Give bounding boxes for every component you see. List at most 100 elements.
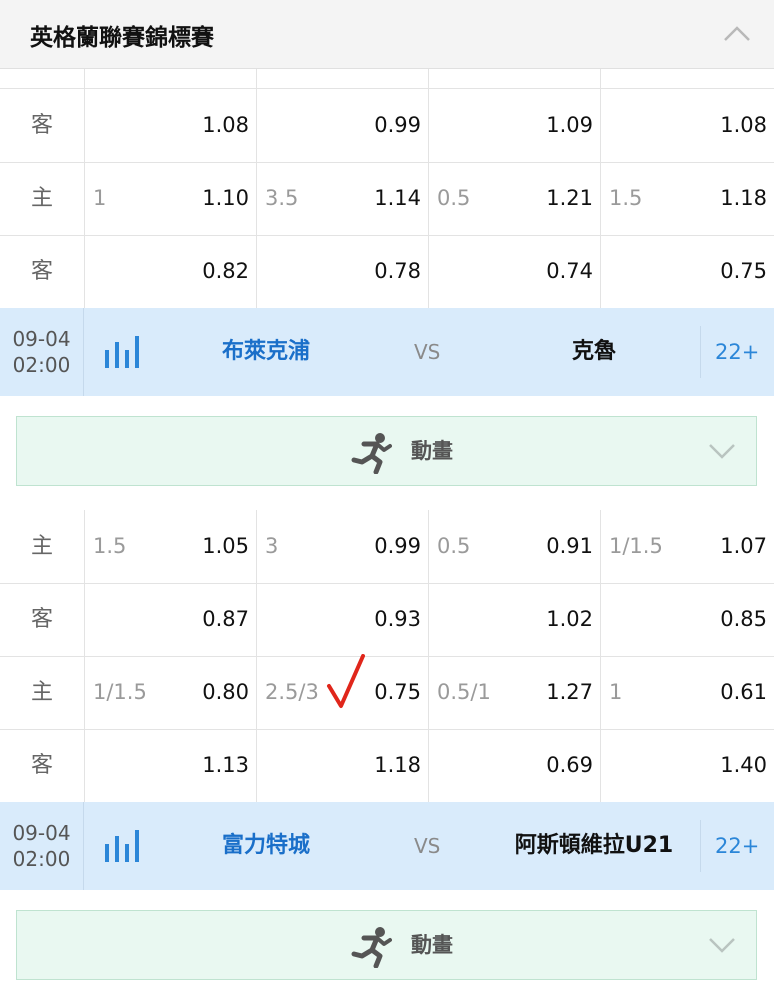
side-label: 客 — [0, 583, 85, 656]
home-team[interactable]: 布萊克浦 — [160, 308, 372, 396]
odds-cell[interactable]: 1/1.5 1.07 — [601, 510, 774, 583]
handicap-value: 1/1.5 — [93, 680, 147, 704]
side-label: 客 — [0, 89, 85, 162]
vs-label: VS — [414, 340, 441, 364]
odds-value[interactable]: 1.08 — [720, 89, 767, 162]
match-row-2[interactable]: 09-04 02:00 富力特城 VS 阿斯頓維拉U21 22+ — [0, 802, 774, 890]
odds-value[interactable]: 1.02 — [546, 583, 593, 656]
odds-row: 主 1 1.10 3.5 1.14 0.5 1.21 1.5 1.18 — [0, 162, 774, 236]
handicap-value: 1 — [93, 186, 107, 210]
odds-value[interactable]: 0.87 — [202, 583, 249, 656]
odds-value[interactable]: 1.10 — [202, 162, 249, 235]
match-time: 09-04 02:00 — [0, 308, 84, 396]
odds-value[interactable]: 1.18 — [374, 729, 421, 802]
odds-value[interactable]: 0.85 — [720, 583, 767, 656]
odds-cell[interactable]: 1.5 1.05 — [85, 510, 257, 583]
handicap-value: 2.5/3 — [265, 680, 319, 704]
odds-cell[interactable]: 1.13 — [85, 729, 257, 802]
handicap-value: 3 — [265, 534, 279, 558]
odds-cell[interactable]: 0.85 — [601, 583, 774, 656]
away-team[interactable]: 克魯 — [490, 308, 698, 396]
odds-cell[interactable]: 0.93 — [257, 583, 429, 656]
odds-cell[interactable]: 1.40 — [601, 729, 774, 802]
match-date: 09-04 — [12, 821, 71, 845]
odds-value[interactable]: 1.14 — [374, 162, 421, 235]
odds-value[interactable]: 0.99 — [374, 89, 421, 162]
odds-value[interactable]: 0.61 — [720, 656, 767, 729]
handicap-value: 0.5 — [437, 186, 471, 210]
odds-value[interactable]: 0.91 — [546, 510, 593, 583]
odds-cell[interactable]: 1.5 1.18 — [601, 162, 774, 235]
odds-cell[interactable]: 0.75 — [601, 235, 774, 308]
chevron-down-icon[interactable] — [708, 935, 736, 955]
animation-label: 動畫 — [411, 933, 453, 957]
chevron-up-icon[interactable] — [722, 22, 752, 44]
odds-cell[interactable]: 1 0.61 — [601, 656, 774, 729]
league-header[interactable]: 英格蘭聯賽錦標賽 — [0, 0, 774, 69]
odds-cell[interactable]: 0.99 — [257, 89, 429, 162]
divider — [700, 326, 701, 378]
odds-value[interactable]: 0.99 — [374, 510, 421, 583]
odds-value[interactable]: 0.93 — [374, 583, 421, 656]
animation-label: 動畫 — [411, 439, 453, 463]
odds-cell[interactable]: 1.08 — [601, 89, 774, 162]
odds-cell[interactable]: 0.78 — [257, 235, 429, 308]
chevron-down-icon[interactable] — [708, 441, 736, 461]
animation-bar-1[interactable]: 動畫 — [16, 416, 757, 486]
odds-cell[interactable]: 0.82 — [85, 235, 257, 308]
odds-value[interactable]: 0.75 — [374, 656, 421, 729]
home-team[interactable]: 富力特城 — [160, 802, 372, 890]
odds-cell[interactable]: 0.5 0.91 — [429, 510, 601, 583]
odds-value[interactable]: 0.80 — [202, 656, 249, 729]
odds-row: 客 0.82 0.78 0.74 0.75 — [0, 235, 774, 309]
odds-value[interactable]: 0.75 — [720, 235, 767, 308]
side-label: 客 — [0, 729, 85, 802]
odds-value[interactable]: 1.07 — [720, 510, 767, 583]
odds-value[interactable]: 1.08 — [202, 89, 249, 162]
match-date: 09-04 — [12, 327, 71, 351]
odds-value[interactable]: 1.21 — [546, 162, 593, 235]
odds-cell[interactable]: 0.5 1.21 — [429, 162, 601, 235]
odds-cell[interactable]: 0.5/1 1.27 — [429, 656, 601, 729]
odds-cell[interactable]: 1 1.10 — [85, 162, 257, 235]
odds-value[interactable]: 1.05 — [202, 510, 249, 583]
odds-value[interactable]: 1.09 — [546, 89, 593, 162]
partial-row-top — [0, 69, 774, 89]
odds-value[interactable]: 0.82 — [202, 235, 249, 308]
odds-cell[interactable]: 0.69 — [429, 729, 601, 802]
odds-cell[interactable]: 3 0.99 — [257, 510, 429, 583]
odds-cell[interactable]: 1.09 — [429, 89, 601, 162]
odds-row: 客 1.13 1.18 0.69 1.40 — [0, 729, 774, 803]
handicap-value: 1.5 — [93, 534, 127, 558]
more-markets-link[interactable]: 22+ — [715, 802, 759, 890]
odds-row: 主 1/1.5 0.80 2.5/3 0.75 0.5/1 1.27 1 0.61 — [0, 656, 774, 730]
more-markets-link[interactable]: 22+ — [715, 308, 759, 396]
odds-cell[interactable]: 1.02 — [429, 583, 601, 656]
odds-value[interactable]: 0.69 — [546, 729, 593, 802]
side-label: 主 — [0, 510, 85, 583]
handicap-value: 0.5/1 — [437, 680, 491, 704]
odds-value[interactable]: 0.74 — [546, 235, 593, 308]
red-check-mark-icon — [327, 654, 365, 708]
animation-bar-2[interactable]: 動畫 — [16, 910, 757, 980]
match-row-1[interactable]: 09-04 02:00 布萊克浦 VS 克魯 22+ — [0, 308, 774, 396]
odds-cell[interactable]: 0.74 — [429, 235, 601, 308]
odds-value[interactable]: 1.13 — [202, 729, 249, 802]
away-team[interactable]: 阿斯頓維拉U21 — [490, 802, 698, 890]
handicap-value: 1 — [609, 680, 623, 704]
bar-chart-icon[interactable] — [103, 830, 143, 862]
odds-value[interactable]: 1.27 — [546, 656, 593, 729]
odds-cell[interactable]: 1/1.5 0.80 — [85, 656, 257, 729]
odds-cell[interactable]: 1.08 — [85, 89, 257, 162]
odds-cell[interactable]: 1.18 — [257, 729, 429, 802]
match-clock: 02:00 — [12, 353, 71, 377]
odds-value[interactable]: 1.18 — [720, 162, 767, 235]
odds-value[interactable]: 1.40 — [720, 729, 767, 802]
odds-cell[interactable]: 3.5 1.14 — [257, 162, 429, 235]
handicap-value: 1.5 — [609, 186, 643, 210]
match-time: 09-04 02:00 — [0, 802, 84, 890]
odds-value[interactable]: 0.78 — [374, 235, 421, 308]
odds-row: 主 1.5 1.05 3 0.99 0.5 0.91 1/1.5 1.07 — [0, 510, 774, 584]
bar-chart-icon[interactable] — [103, 336, 143, 368]
odds-cell[interactable]: 0.87 — [85, 583, 257, 656]
